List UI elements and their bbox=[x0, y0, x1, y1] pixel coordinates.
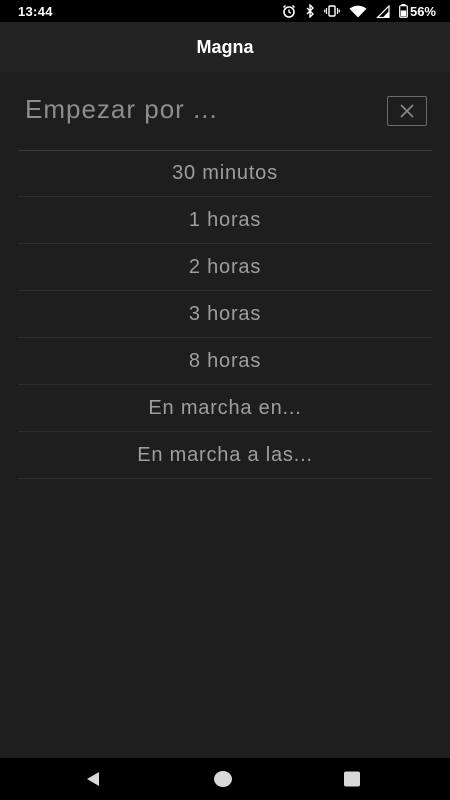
wifi-icon bbox=[349, 5, 367, 18]
app-bar: Magna bbox=[0, 22, 450, 72]
alarm-icon bbox=[282, 4, 296, 18]
option-en-marcha-a-las[interactable]: En marcha a las... bbox=[18, 432, 432, 479]
home-button[interactable] bbox=[213, 770, 233, 793]
start-by-sheet: Empezar por ... 30 minutos 1 horas 2 hor… bbox=[0, 72, 450, 758]
navigation-bar bbox=[0, 758, 450, 800]
option-3-horas[interactable]: 3 horas bbox=[18, 291, 432, 338]
status-time: 13:44 bbox=[18, 3, 53, 19]
battery-icon bbox=[399, 4, 408, 18]
option-2-horas[interactable]: 2 horas bbox=[18, 244, 432, 291]
sheet-title: Empezar por ... bbox=[25, 94, 218, 124]
recents-button[interactable] bbox=[343, 770, 361, 793]
recents-icon bbox=[344, 771, 360, 787]
status-icons: 56% bbox=[282, 4, 436, 19]
bluetooth-icon bbox=[305, 4, 315, 18]
cell-signal-icon bbox=[376, 4, 390, 18]
sheet-header: Empezar por ... bbox=[18, 72, 432, 151]
battery-percentage: 56% bbox=[409, 3, 436, 19]
option-8-horas[interactable]: 8 horas bbox=[18, 338, 432, 385]
back-button[interactable] bbox=[84, 770, 102, 793]
home-icon bbox=[214, 771, 232, 787]
back-icon bbox=[87, 772, 99, 786]
option-30-minutos[interactable]: 30 minutos bbox=[18, 150, 432, 197]
status-bar: 13:44 56% bbox=[0, 0, 450, 22]
start-options-list: 30 minutos 1 horas 2 horas 3 horas 8 hor… bbox=[18, 150, 432, 479]
close-icon bbox=[400, 104, 414, 118]
option-1-horas[interactable]: 1 horas bbox=[18, 197, 432, 244]
close-button[interactable] bbox=[387, 96, 427, 126]
vibrate-icon bbox=[324, 5, 340, 17]
option-en-marcha-en[interactable]: En marcha en... bbox=[18, 385, 432, 432]
app-title: Magna bbox=[196, 36, 254, 57]
